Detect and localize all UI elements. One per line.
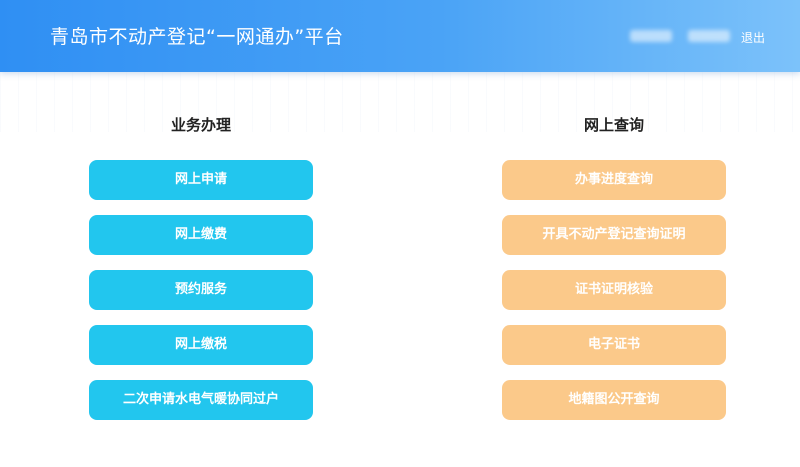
certificate-verification-button[interactable]: 证书证明核验 xyxy=(502,270,726,310)
online-tax-payment-button[interactable]: 网上缴税 xyxy=(89,325,313,365)
business-panel-heading: 业务办理 xyxy=(170,116,231,134)
query-button-list: 办事进度查询 开具不动产登记查询证明 证书证明核验 电子证书 地籍图公开查询 xyxy=(502,160,726,420)
online-payment-button[interactable]: 网上缴费 xyxy=(89,215,313,255)
electronic-certificate-button[interactable]: 电子证书 xyxy=(502,325,726,365)
query-panel: 网上查询 办事进度查询 开具不动产登记查询证明 证书证明核验 电子证书 地籍图公… xyxy=(502,112,726,435)
utility-transfer-button[interactable]: 二次申请水电气暖协同过户 xyxy=(89,380,313,420)
app-title: 青岛市不动产登记“一网通办”平台 xyxy=(50,26,344,48)
business-button-list: 网上申请 网上缴费 预约服务 网上缴税 二次申请水电气暖协同过户 xyxy=(89,160,313,420)
user-info-redacted xyxy=(688,30,730,42)
progress-query-button[interactable]: 办事进度查询 xyxy=(502,160,726,200)
online-application-button[interactable]: 网上申请 xyxy=(89,160,313,200)
registration-certificate-query-button[interactable]: 开具不动产登记查询证明 xyxy=(502,215,726,255)
logout-link[interactable]: 退出 xyxy=(741,29,765,46)
business-panel: 业务办理 网上申请 网上缴费 预约服务 网上缴税 二次申请水电气暖协同过户 xyxy=(89,112,313,435)
username-redacted xyxy=(630,30,672,42)
cadastral-map-query-button[interactable]: 地籍图公开查询 xyxy=(502,380,726,420)
appointment-service-button[interactable]: 预约服务 xyxy=(89,270,313,310)
top-header-bar: 青岛市不动产登记“一网通办”平台 退出 xyxy=(0,0,800,72)
query-panel-heading: 网上查询 xyxy=(583,116,644,134)
